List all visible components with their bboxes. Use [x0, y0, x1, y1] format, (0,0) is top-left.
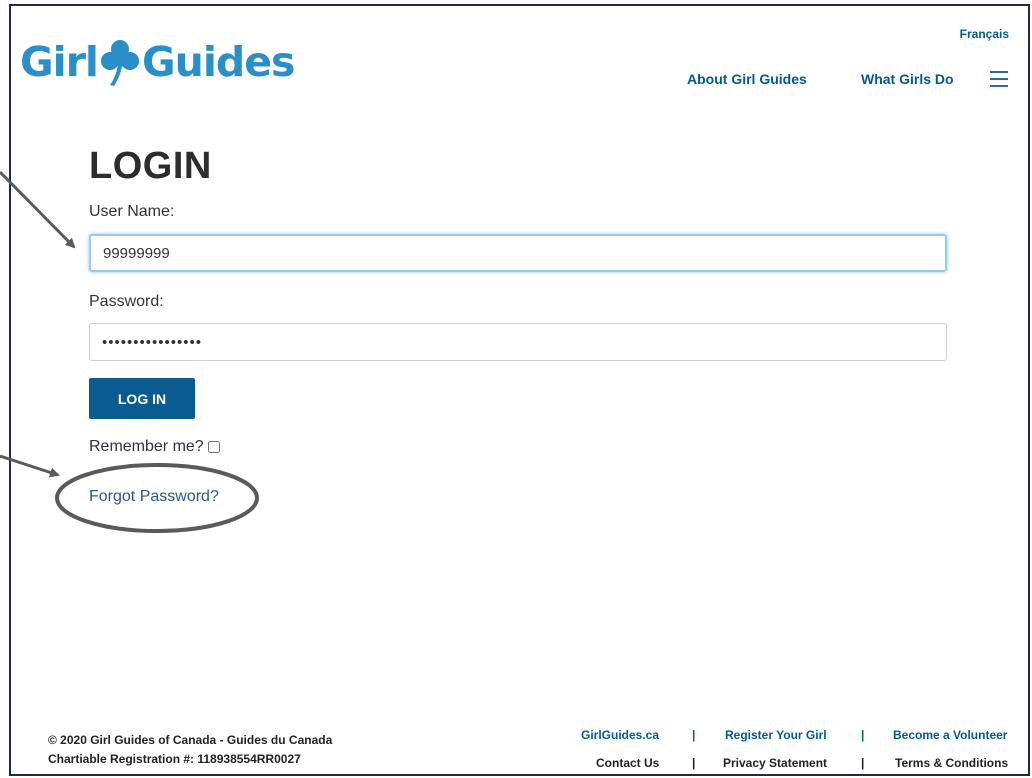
trefoil-icon: [100, 40, 139, 86]
page-title: LOGIN: [89, 145, 212, 187]
remember-me-label: Remember me?: [89, 438, 204, 455]
language-toggle-link[interactable]: Français: [960, 27, 1009, 41]
logo-text-girl: Girl: [20, 37, 99, 86]
remember-me-checkbox[interactable]: [207, 441, 220, 453]
footer-separator: |: [692, 756, 696, 770]
footer-separator: |: [692, 728, 696, 742]
nav-about-girl-guides[interactable]: About Girl Guides: [687, 71, 807, 87]
footer-separator: |: [861, 728, 865, 742]
password-label: Password:: [89, 293, 164, 310]
username-label: User Name:: [89, 203, 175, 220]
login-button[interactable]: LOG IN: [89, 378, 195, 419]
footer-link-girlguides[interactable]: GirlGuides.ca: [581, 728, 659, 742]
remember-me-row: Remember me?: [89, 438, 220, 456]
copyright-text: © 2020 Girl Guides of Canada - Guides du…: [48, 733, 333, 747]
password-input[interactable]: [89, 323, 947, 361]
girl-guides-logo[interactable]: Girl Guides: [20, 34, 295, 90]
username-input[interactable]: [89, 234, 947, 272]
footer-link-terms[interactable]: Terms & Conditions: [895, 756, 1008, 770]
footer-separator: |: [861, 756, 865, 770]
nav-what-girls-do[interactable]: What Girls Do: [861, 71, 954, 87]
footer-link-contact[interactable]: Contact Us: [596, 756, 659, 770]
footer-link-volunteer[interactable]: Become a Volunteer: [893, 728, 1007, 742]
footer-legal: © 2020 Girl Guides of Canada - Guides du…: [48, 731, 332, 769]
hamburger-icon[interactable]: [990, 71, 1008, 88]
forgot-password-link[interactable]: Forgot Password?: [89, 488, 219, 506]
footer-link-privacy[interactable]: Privacy Statement: [723, 756, 827, 770]
logo-text-guides: Guides: [141, 37, 295, 86]
footer-link-register-girl[interactable]: Register Your Girl: [725, 728, 827, 742]
registration-text: Chartiable Registration #: 118938554RR00…: [48, 752, 301, 766]
